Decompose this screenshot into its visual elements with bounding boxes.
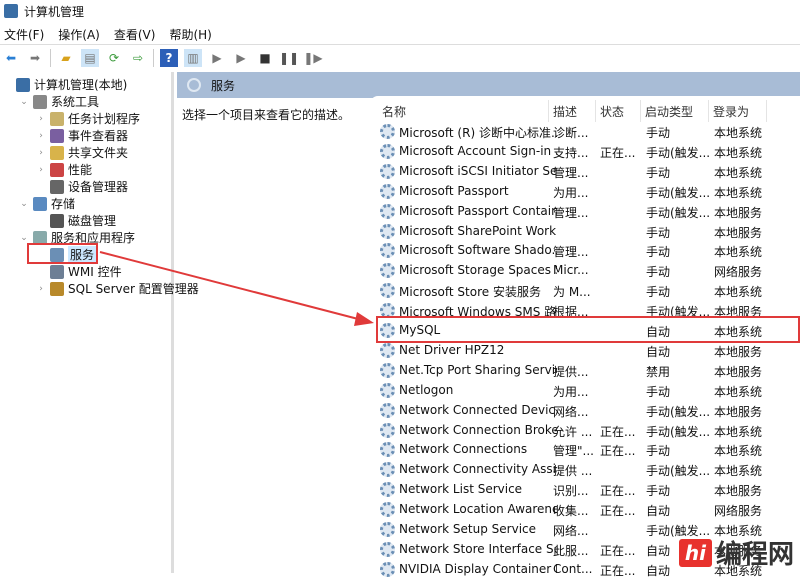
logo-badge: hi (678, 538, 712, 567)
watermark-logo: hi 编程网 (678, 534, 794, 571)
logo-text: 编程网 (715, 540, 794, 570)
annotation-arrow (99, 251, 374, 326)
